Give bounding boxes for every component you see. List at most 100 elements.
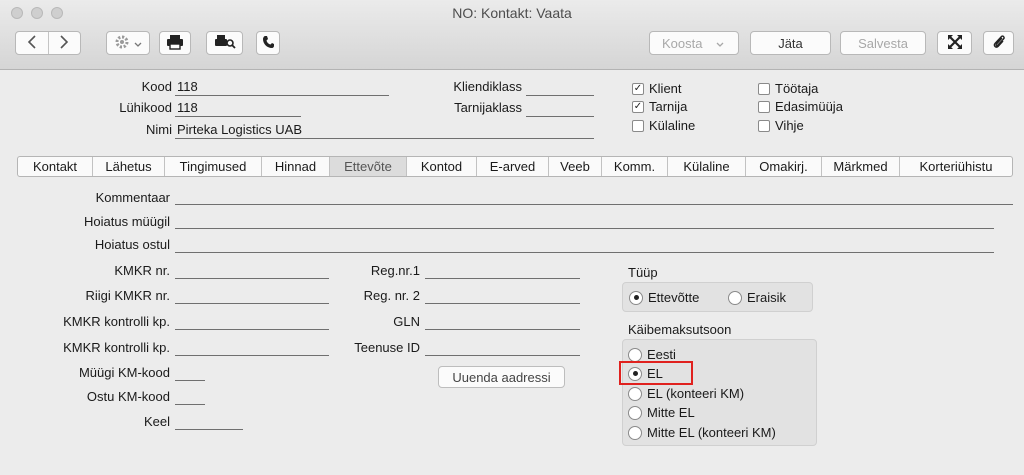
edasimyyja-checkbox[interactable]: Edasimüüja (758, 99, 843, 114)
kliendiklass-field[interactable] (526, 79, 594, 96)
lyhikood-field[interactable]: 118 (175, 100, 301, 117)
kmkr-field[interactable] (175, 278, 329, 279)
phone-button[interactable] (256, 31, 280, 55)
radio-dot (628, 425, 642, 440)
kliendiklass-label: Kliendiklass (453, 79, 522, 94)
el-konteeri-radio[interactable]: EL (konteeri KM) (628, 386, 744, 401)
expand-icon (947, 34, 963, 53)
tab-ettevote[interactable]: Ettevõte (330, 157, 407, 176)
gln-field[interactable] (425, 329, 580, 330)
radio-label: Ettevõtte (648, 290, 700, 305)
salvesta-button[interactable]: Salvesta (840, 31, 926, 55)
klient-checkbox[interactable]: ✓ Klient (632, 81, 682, 96)
teenuse-id-label: Teenuse ID (354, 340, 420, 355)
checkbox-box (758, 119, 770, 132)
tab-bar: Kontakt Lähetus Tingimused Hinnad Ettevõ… (17, 156, 1013, 177)
print-preview-button[interactable] (206, 31, 243, 55)
tarnijaklass-field[interactable] (526, 100, 594, 117)
hoiatus-myygil-field[interactable] (175, 228, 994, 229)
riigi-kmkr-field[interactable] (175, 303, 329, 304)
kmkr-kontrolli-field[interactable] (175, 329, 329, 330)
uuenda-aadressi-button[interactable]: Uuenda aadressi (438, 366, 565, 388)
settings-menu-button[interactable] (106, 31, 150, 55)
checkbox-box (632, 119, 644, 132)
ostu-km-field[interactable] (175, 404, 205, 405)
kylaline-checkbox[interactable]: Külaline (632, 118, 695, 133)
chevron-down-icon (716, 36, 724, 51)
radio-label: Eraisik (747, 290, 787, 305)
gear-icon (114, 34, 130, 53)
kood-field[interactable]: 118 (175, 79, 389, 96)
salvesta-label: Salvesta (858, 35, 908, 51)
tab-lahetus[interactable]: Lähetus (93, 157, 165, 176)
contact-form: Kood 118 Lühikood 118 Nimi Pirteka Logis… (0, 71, 1024, 475)
vihje-checkbox[interactable]: Vihje (758, 118, 804, 133)
nav-segment (15, 31, 81, 55)
nimi-field[interactable]: Pirteka Logistics UAB (175, 122, 594, 139)
checkbox-label: Külaline (649, 118, 696, 133)
attach-button[interactable] (983, 31, 1014, 55)
tab-korteriyhistu[interactable]: Korteriühistu (900, 157, 1012, 176)
tab-kylaline[interactable]: Külaline (668, 157, 746, 176)
tab-markmed[interactable]: Märkmed (822, 157, 900, 176)
keel-label: Keel (143, 414, 170, 429)
tab-kontod[interactable]: Kontod (407, 157, 477, 176)
mitte-el-konteeri-radio[interactable]: Mitte EL (konteeri KM) (628, 425, 776, 440)
regnr2-field[interactable] (425, 303, 580, 304)
checkbox-label: Tarnija (649, 99, 688, 114)
koosta-dropdown[interactable]: Koosta (649, 31, 739, 55)
tab-hinnad[interactable]: Hinnad (262, 157, 330, 176)
gln-label: GLN (393, 314, 420, 329)
tab-veeb[interactable]: Veeb (549, 157, 602, 176)
checkbox-box: ✓ (632, 100, 644, 113)
eraisik-radio[interactable]: Eraisik (728, 290, 786, 305)
mitte-el-radio[interactable]: Mitte EL (628, 405, 695, 420)
lyhikood-label: Lühikood (119, 100, 172, 115)
teenuse-id-field[interactable] (425, 355, 580, 356)
radio-dot (628, 405, 642, 420)
radio-label: EL (konteeri KM) (647, 386, 745, 401)
riigi-kmkr-label: Riigi KMKR nr. (85, 288, 170, 303)
tyyp-group: Ettevõtte Eraisik (622, 282, 813, 312)
jata-label: Jäta (778, 35, 803, 51)
regnr1-field[interactable] (425, 278, 580, 279)
kmkr-kontrolli2-field[interactable] (175, 355, 329, 356)
kaibemaksutsoon-label: Käibemaksutsoon (628, 322, 732, 337)
chevron-down-icon (134, 36, 142, 51)
expand-button[interactable] (937, 31, 972, 55)
radio-label: Eesti (647, 347, 676, 362)
arrow-left-icon[interactable] (16, 34, 48, 52)
tab-komm[interactable]: Komm. (602, 157, 668, 176)
tab-e-arved[interactable]: E-arved (477, 157, 549, 176)
checkbox-label: Klient (649, 81, 682, 96)
title-bar: NO: Kontakt: Vaata Koosta Jäta Salvesta (0, 0, 1024, 70)
highlight-box (619, 361, 693, 385)
koosta-label: Koosta (662, 35, 703, 51)
kmkr-kontrolli-label: KMKR kontrolli kp. (63, 314, 170, 329)
tootaja-checkbox[interactable]: Töötaja (758, 81, 818, 96)
paperclip-icon (992, 34, 1006, 53)
kmkr-kontrolli2-label: KMKR kontrolli kp. (63, 340, 170, 355)
regnr2-label: Reg. nr. 2 (363, 288, 420, 303)
phone-icon (262, 35, 274, 52)
hoiatus-myygil-label: Hoiatus müügil (84, 214, 170, 229)
tarnijaklass-label: Tarnijaklass (454, 100, 522, 115)
kommentaar-field[interactable] (175, 204, 1013, 205)
tab-tingimused[interactable]: Tingimused (165, 157, 262, 176)
nimi-label: Nimi (146, 122, 172, 137)
print-button[interactable] (159, 31, 191, 55)
radio-dot (629, 290, 643, 305)
tab-omakirj[interactable]: Omakirj. (746, 157, 822, 176)
hoiatus-ostul-field[interactable] (175, 252, 994, 253)
kaibemaksutsoon-group: Eesti EL EL (konteeri KM) Mitte EL Mitte… (622, 339, 817, 446)
tarnija-checkbox[interactable]: ✓ Tarnija (632, 99, 687, 114)
arrow-right-icon[interactable] (48, 34, 80, 52)
ettevotte-radio[interactable]: Ettevõtte (629, 290, 699, 305)
keel-field[interactable] (175, 429, 243, 430)
eesti-radio[interactable]: Eesti (628, 347, 676, 362)
jata-button[interactable]: Jäta (750, 31, 831, 55)
myygi-km-field[interactable] (175, 380, 205, 381)
tab-kontakt[interactable]: Kontakt (18, 157, 93, 176)
radio-label: Mitte EL (647, 405, 695, 420)
print-preview-icon (214, 34, 236, 53)
